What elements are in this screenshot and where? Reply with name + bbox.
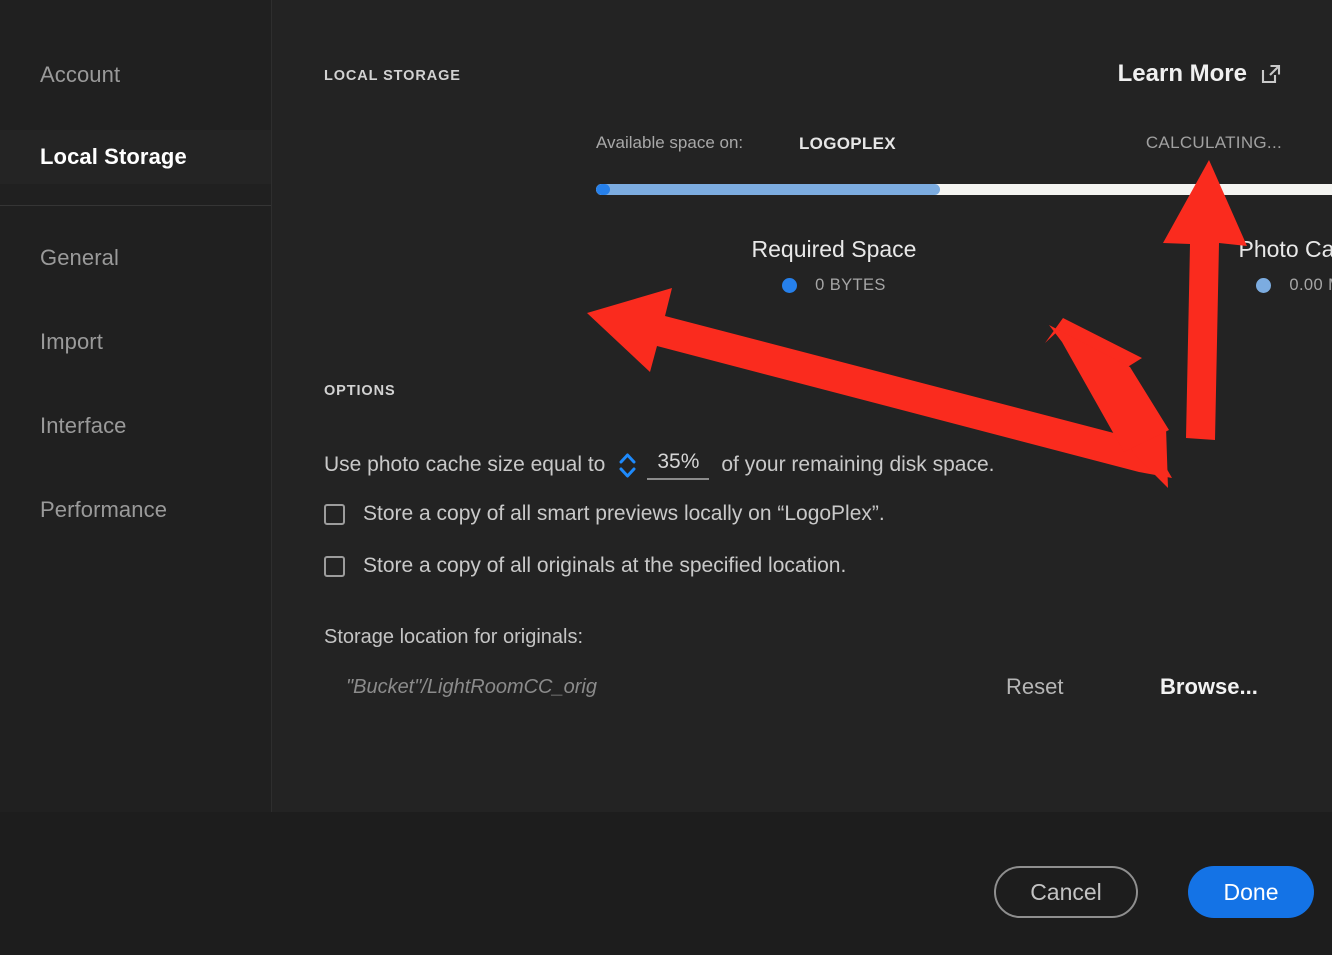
- legend-value: 0.00 MB: [1289, 276, 1332, 295]
- sidebar-divider: [0, 205, 271, 206]
- checkbox-row-originals[interactable]: Store a copy of all originals at the spe…: [324, 554, 846, 578]
- legend-title: Required Space: [601, 236, 1067, 263]
- learn-more-label: Learn More: [1118, 60, 1247, 88]
- sidebar-item-label: Account: [40, 62, 120, 88]
- cancel-button[interactable]: Cancel: [994, 866, 1138, 918]
- legend-required-space: Required Space 0 BYTES: [601, 236, 1067, 295]
- photo-cache-percent-input[interactable]: 35%: [647, 450, 709, 480]
- photo-cache-percent-value: 35%: [657, 450, 699, 474]
- checkbox-label: Store a copy of all smart previews local…: [363, 502, 885, 526]
- checkbox-smart-previews[interactable]: [324, 504, 345, 525]
- sidebar: Account Local Storage General Import Int…: [0, 0, 272, 812]
- dialog-footer: Cancel Done: [0, 812, 1332, 955]
- external-link-icon: [1260, 63, 1282, 85]
- calculating-status: CALCULATING...: [1146, 133, 1282, 153]
- legend-value: 0 BYTES: [815, 276, 886, 295]
- sidebar-item-label: Local Storage: [40, 144, 187, 170]
- sidebar-item-label: Performance: [40, 497, 167, 523]
- sidebar-item-local-storage[interactable]: Local Storage: [0, 130, 271, 184]
- cache-size-prefix-label: Use photo cache size equal to: [324, 453, 605, 477]
- sidebar-item-label: Import: [40, 329, 103, 355]
- browse-button[interactable]: Browse...: [1160, 674, 1258, 700]
- sidebar-item-label: Interface: [40, 413, 127, 439]
- stepper-up-down-icon[interactable]: [619, 453, 636, 478]
- section-title-local-storage: LOCAL STORAGE: [324, 68, 461, 84]
- storage-bar-photo-cache-segment: [596, 184, 940, 195]
- volume-name: LOGOPLEX: [799, 134, 896, 154]
- done-button[interactable]: Done: [1188, 866, 1314, 918]
- storage-location-path: "Bucket"/LightRoomCC_orig: [346, 676, 597, 699]
- storage-bar-required-space-segment: [596, 184, 610, 195]
- legend-photo-cache: Photo Cache 0.00 MB: [1072, 236, 1332, 295]
- legend-title: Photo Cache: [1072, 236, 1332, 263]
- sidebar-item-import[interactable]: Import: [0, 315, 271, 369]
- cancel-button-label: Cancel: [1030, 879, 1102, 906]
- reset-button[interactable]: Reset: [1006, 674, 1063, 700]
- sidebar-item-interface[interactable]: Interface: [0, 399, 271, 453]
- learn-more-link[interactable]: Learn More: [1118, 60, 1282, 88]
- legend-dot-icon: [1256, 278, 1271, 293]
- checkbox-label: Store a copy of all originals at the spe…: [363, 554, 846, 578]
- legend-dot-icon: [782, 278, 797, 293]
- section-title-options: OPTIONS: [324, 383, 396, 399]
- sidebar-item-performance[interactable]: Performance: [0, 483, 271, 537]
- preferences-dialog: Account Local Storage General Import Int…: [0, 0, 1332, 955]
- storage-location-label: Storage location for originals:: [324, 626, 583, 649]
- cache-size-suffix-label: of your remaining disk space.: [721, 453, 994, 477]
- photo-cache-size-row: Use photo cache size equal to 35% of you…: [324, 450, 995, 480]
- done-button-label: Done: [1224, 879, 1279, 906]
- storage-usage-bar: [596, 184, 1332, 195]
- sidebar-item-account[interactable]: Account: [0, 48, 271, 102]
- checkbox-originals[interactable]: [324, 556, 345, 577]
- sidebar-item-label: General: [40, 245, 119, 271]
- available-space-label: Available space on:: [596, 133, 743, 153]
- checkbox-row-smart-previews[interactable]: Store a copy of all smart previews local…: [324, 502, 885, 526]
- sidebar-item-general[interactable]: General: [0, 231, 271, 285]
